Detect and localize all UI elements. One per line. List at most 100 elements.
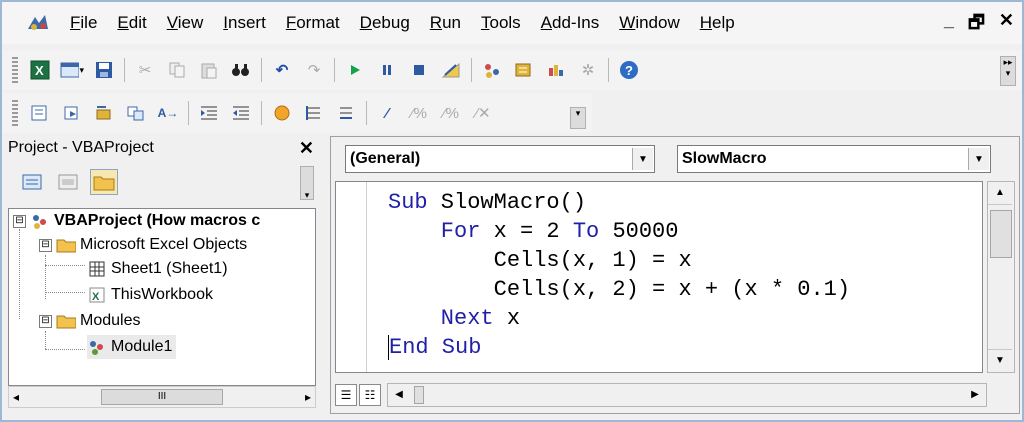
toggle-bookmark-icon[interactable]: ⁄ <box>375 101 399 125</box>
project-pane-close-button[interactable]: ✕ <box>299 138 314 159</box>
toolbar-separator <box>261 58 262 82</box>
list-constants-icon[interactable] <box>60 101 84 125</box>
outdent-icon[interactable] <box>229 101 253 125</box>
uncomment-block-icon[interactable] <box>334 101 358 125</box>
next-bookmark-icon[interactable]: ⁄% <box>407 101 431 125</box>
minimize-button[interactable]: _ <box>944 10 954 40</box>
project-pane-titlebar: Project - VBAProject ✕ <box>6 136 320 160</box>
menu-tools[interactable]: Tools <box>471 8 531 38</box>
chevron-down-icon[interactable]: ▼ <box>968 148 989 170</box>
object-browser-icon[interactable] <box>544 58 568 82</box>
code-window-bottom-bar: ☰ ☷ ◀ ▶ <box>335 383 1015 407</box>
tree-node-label: Sheet1 (Sheet1) <box>111 260 228 277</box>
run-icon[interactable] <box>343 58 367 82</box>
chevron-down-icon[interactable]: ▼ <box>632 148 653 170</box>
insert-userform-icon[interactable]: ▾ <box>60 58 84 82</box>
indent-icon[interactable] <box>197 101 221 125</box>
reset-icon[interactable] <box>407 58 431 82</box>
object-combobox[interactable]: (General) ▼ <box>345 145 655 173</box>
paste-icon[interactable] <box>197 58 221 82</box>
design-mode-icon[interactable] <box>439 58 463 82</box>
toggle-breakpoint-icon[interactable] <box>270 101 294 125</box>
tree-connector <box>45 331 46 349</box>
view-object-icon[interactable] <box>54 169 82 195</box>
tree-node-vbaproject[interactable]: ⊟ VBAProject (How macros c <box>13 209 260 233</box>
tree-node-thisworkbook[interactable]: X ThisWorkbook <box>87 283 213 307</box>
toolbar-separator <box>188 101 189 125</box>
help-icon[interactable]: ? <box>617 58 641 82</box>
view-code-icon[interactable] <box>18 169 46 195</box>
scroll-up-arrow-icon[interactable]: ▲ <box>988 182 1012 205</box>
menu-view[interactable]: View <box>157 8 214 38</box>
tree-node-sheet1[interactable]: Sheet1 (Sheet1) <box>87 257 228 281</box>
menu-format[interactable]: Format <box>276 8 350 38</box>
comment-block-icon[interactable] <box>302 101 326 125</box>
scroll-left-arrow-icon[interactable]: ◀ <box>388 384 410 406</box>
find-icon[interactable] <box>229 58 253 82</box>
save-icon[interactable] <box>92 58 116 82</box>
scrollbar-thumb[interactable] <box>414 386 424 404</box>
toolbox-icon[interactable]: ✲ <box>576 58 600 82</box>
tree-collapse-button[interactable]: ⊟ <box>13 214 26 228</box>
scroll-right-arrow-icon[interactable]: ▶ <box>964 384 986 406</box>
code-vertical-scrollbar[interactable]: ▲ ▼ <box>987 181 1015 373</box>
scroll-down-arrow-icon[interactable]: ▼ <box>988 349 1012 372</box>
menu-debug[interactable]: Debug <box>350 8 420 38</box>
copy-icon[interactable] <box>165 58 189 82</box>
tree-node-label: VBAProject (How macros c <box>54 212 261 229</box>
object-combobox-value: (General) <box>350 150 421 167</box>
code-editor[interactable]: Sub SlowMacro() For x = 2 To 50000 Cells… <box>335 181 983 373</box>
clear-bookmarks-icon[interactable]: ⁄✕ <box>471 101 495 125</box>
edit-toolbar: A→ ⁄ ⁄% ⁄% ⁄✕ ▾ <box>2 93 592 133</box>
tree-node-label: Module1 <box>111 338 173 355</box>
tree-node-module1[interactable]: Module1 <box>87 335 177 359</box>
scroll-left-arrow-icon[interactable]: ◂ <box>9 390 19 404</box>
tree-collapse-button[interactable]: ⊟ <box>39 314 52 328</box>
project-tree-horizontal-scrollbar[interactable]: ◂ III ▸ <box>8 386 316 408</box>
code-horizontal-scrollbar[interactable]: ◀ ▶ <box>387 383 987 407</box>
excel-icon[interactable]: X <box>28 58 52 82</box>
tree-collapse-button[interactable]: ⊟ <box>39 238 52 252</box>
tree-node-excel-objects[interactable]: ⊟ Microsoft Excel Objects <box>39 233 247 257</box>
undo-icon[interactable]: ↶ <box>270 58 294 82</box>
project-toolbar-overflow[interactable]: ▾ <box>300 166 314 200</box>
restore-button[interactable]: 🗗 <box>968 10 985 40</box>
scrollbar-thumb[interactable]: III <box>101 389 223 405</box>
code-text[interactable]: Sub SlowMacro() For x = 2 To 50000 Cells… <box>388 188 850 362</box>
menu-help[interactable]: Help <box>690 8 745 38</box>
project-explorer-icon[interactable] <box>480 58 504 82</box>
scroll-right-arrow-icon[interactable]: ▸ <box>305 390 315 404</box>
scrollbar-thumb[interactable] <box>990 210 1012 258</box>
redo-icon[interactable]: ↷ <box>302 58 326 82</box>
toolbar-separator <box>366 101 367 125</box>
menu-add-ins[interactable]: Add-Ins <box>531 8 610 38</box>
toolbar-overflow-button[interactable]: ▸▸ ▾ <box>1000 56 1016 86</box>
menu-insert[interactable]: Insert <box>213 8 276 38</box>
procedure-combobox[interactable]: SlowMacro ▼ <box>677 145 991 173</box>
complete-word-icon[interactable]: A→ <box>156 101 180 125</box>
cut-icon[interactable]: ✂ <box>133 58 157 82</box>
worksheet-icon <box>87 260 107 278</box>
close-button[interactable]: ✕ <box>999 10 1014 40</box>
menu-window[interactable]: Window <box>609 8 689 38</box>
full-module-view-icon[interactable]: ☷ <box>359 384 381 406</box>
break-icon[interactable] <box>375 58 399 82</box>
menu-edit[interactable]: Edit <box>107 8 156 38</box>
list-properties-icon[interactable] <box>28 101 52 125</box>
toggle-folders-icon[interactable] <box>90 169 118 195</box>
tree-connector <box>45 265 85 266</box>
margin-indicator-bar[interactable] <box>336 182 367 372</box>
toolbar-grip[interactable] <box>12 100 18 126</box>
toolbar-grip[interactable] <box>12 57 18 83</box>
procedure-view-icon[interactable]: ☰ <box>335 384 357 406</box>
menu-file[interactable]: File <box>60 8 107 38</box>
toolbar-overflow-button[interactable]: ▾ <box>570 107 586 129</box>
svg-text:?: ? <box>625 63 633 78</box>
properties-icon[interactable] <box>512 58 536 82</box>
code-line-1: Sub SlowMacro() <box>388 190 587 215</box>
previous-bookmark-icon[interactable]: ⁄% <box>439 101 463 125</box>
menu-run[interactable]: Run <box>420 8 471 38</box>
tree-node-modules[interactable]: ⊟ Modules <box>39 309 140 333</box>
parameter-info-icon[interactable] <box>124 101 148 125</box>
quick-info-icon[interactable] <box>92 101 116 125</box>
